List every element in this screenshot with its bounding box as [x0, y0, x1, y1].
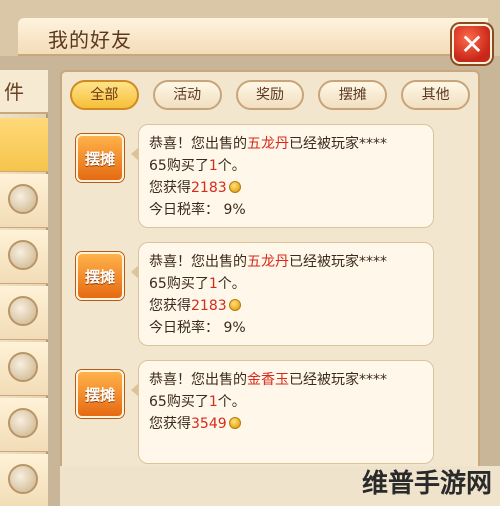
message-text: 65购买了 — [149, 158, 209, 174]
message-line: 恭喜！您出售的五龙丹已经被玩家**** — [149, 251, 423, 273]
sidebar-item[interactable] — [0, 454, 48, 506]
tab-other[interactable]: 其他 — [401, 80, 470, 110]
earnings-line: 您获得3549 — [149, 413, 423, 435]
item-name: 金香玉 — [247, 372, 289, 388]
tab-rewards[interactable]: 奖励 — [235, 80, 305, 110]
tax-value: 9% — [223, 320, 246, 336]
message-item: 摆摊 恭喜！您出售的五龙丹已经被玩家**** 65购买了1个。 您获得2183 … — [70, 124, 474, 228]
tax-line: 今日税率： 9% — [149, 199, 423, 221]
sidebar-tab[interactable]: 件 — [0, 70, 48, 114]
item-count: 1 — [208, 394, 218, 410]
sidebar-item[interactable] — [0, 342, 48, 396]
tax-label: 今日税率： — [149, 320, 219, 336]
message-bubble: 恭喜！您出售的五龙丹已经被玩家**** 65购买了1个。 您获得2183 今日税… — [131, 124, 434, 228]
close-button[interactable]: ✕ — [452, 24, 492, 64]
coin-icon — [228, 181, 241, 193]
coin-icon — [228, 417, 241, 429]
item-count: 1 — [208, 158, 218, 174]
message-line: 65购买了1个。 — [149, 155, 423, 177]
watermark-logo: 维普手游网 — [361, 469, 492, 499]
friend-sidebar: 件 — [0, 70, 48, 506]
earnings-value: 2183 — [191, 180, 227, 196]
game-window: 我的好友 ✕ 件 全部 活动 奖励 摆摊 其他 摆摊 恭喜！您出售的五龙丹已经被… — [0, 0, 500, 506]
avatar-icon — [8, 296, 38, 326]
sidebar-item[interactable] — [0, 230, 48, 284]
title-bar: 我的好友 — [18, 18, 488, 56]
item-name: 五龙丹 — [247, 254, 289, 270]
message-text: 个。 — [217, 276, 246, 292]
avatar-icon — [8, 464, 38, 494]
message-item: 摆摊 恭喜！您出售的五龙丹已经被玩家**** 65购买了1个。 您获得2183 … — [70, 242, 474, 346]
avatar-icon — [8, 184, 38, 214]
message-text: 恭喜！您出售的 — [149, 372, 247, 388]
message-panel: 全部 活动 奖励 摆摊 其他 摆摊 恭喜！您出售的五龙丹已经被玩家**** 65… — [60, 70, 480, 506]
message-line: 恭喜！您出售的五龙丹已经被玩家**** — [149, 133, 423, 155]
stall-icon: 摆摊 — [76, 370, 124, 418]
sidebar-item[interactable] — [0, 174, 48, 228]
tax-label: 今日税率： — [149, 202, 219, 218]
earnings-label: 您获得 — [149, 180, 191, 196]
earnings-label: 您获得 — [149, 298, 191, 314]
earnings-line: 您获得2183 — [149, 177, 423, 199]
message-bubble: 恭喜！您出售的五龙丹已经被玩家**** 65购买了1个。 您获得2183 今日税… — [131, 242, 434, 346]
stall-icon: 摆摊 — [76, 252, 124, 300]
item-name: 五龙丹 — [247, 136, 289, 152]
earnings-line: 您获得2183 — [149, 295, 423, 317]
filter-tabs: 全部 活动 奖励 摆摊 其他 — [70, 80, 470, 112]
avatar-icon — [8, 352, 38, 382]
earnings-value: 2183 — [191, 298, 227, 314]
message-text: 恭喜！您出售的 — [149, 254, 247, 270]
avatar-icon — [8, 408, 38, 438]
message-text: 已经被玩家**** — [289, 136, 387, 152]
message-line: 65购买了1个。 — [149, 273, 423, 295]
tab-activity[interactable]: 活动 — [152, 80, 222, 110]
message-line: 65购买了1个。 — [149, 391, 423, 413]
sidebar-item[interactable] — [0, 286, 48, 340]
sidebar-item[interactable] — [0, 118, 48, 172]
message-text: 已经被玩家**** — [289, 254, 387, 270]
message-text: 个。 — [217, 158, 246, 174]
message-text: 65购买了 — [149, 394, 209, 410]
sidebar-item[interactable] — [0, 398, 48, 452]
tax-line: 今日税率： 9% — [149, 317, 423, 339]
tab-stall[interactable]: 摆摊 — [318, 80, 388, 110]
message-item: 摆摊 恭喜！您出售的金香玉已经被玩家**** 65购买了1个。 您获得3549 — [70, 360, 474, 464]
message-text: 65购买了 — [149, 276, 209, 292]
coin-icon — [228, 299, 241, 311]
message-text: 个。 — [217, 394, 246, 410]
tax-value: 9% — [223, 202, 246, 218]
close-icon: ✕ — [460, 27, 484, 61]
tab-all[interactable]: 全部 — [70, 80, 139, 110]
stall-icon: 摆摊 — [76, 134, 124, 182]
earnings-label: 您获得 — [149, 416, 191, 432]
message-text: 恭喜！您出售的 — [149, 136, 247, 152]
message-line: 恭喜！您出售的金香玉已经被玩家**** — [149, 369, 423, 391]
window-title: 我的好友 — [48, 28, 132, 52]
avatar-icon — [8, 240, 38, 270]
message-bubble: 恭喜！您出售的金香玉已经被玩家**** 65购买了1个。 您获得3549 — [131, 360, 434, 464]
item-count: 1 — [208, 276, 218, 292]
message-text: 已经被玩家**** — [289, 372, 387, 388]
earnings-value: 3549 — [191, 416, 227, 432]
